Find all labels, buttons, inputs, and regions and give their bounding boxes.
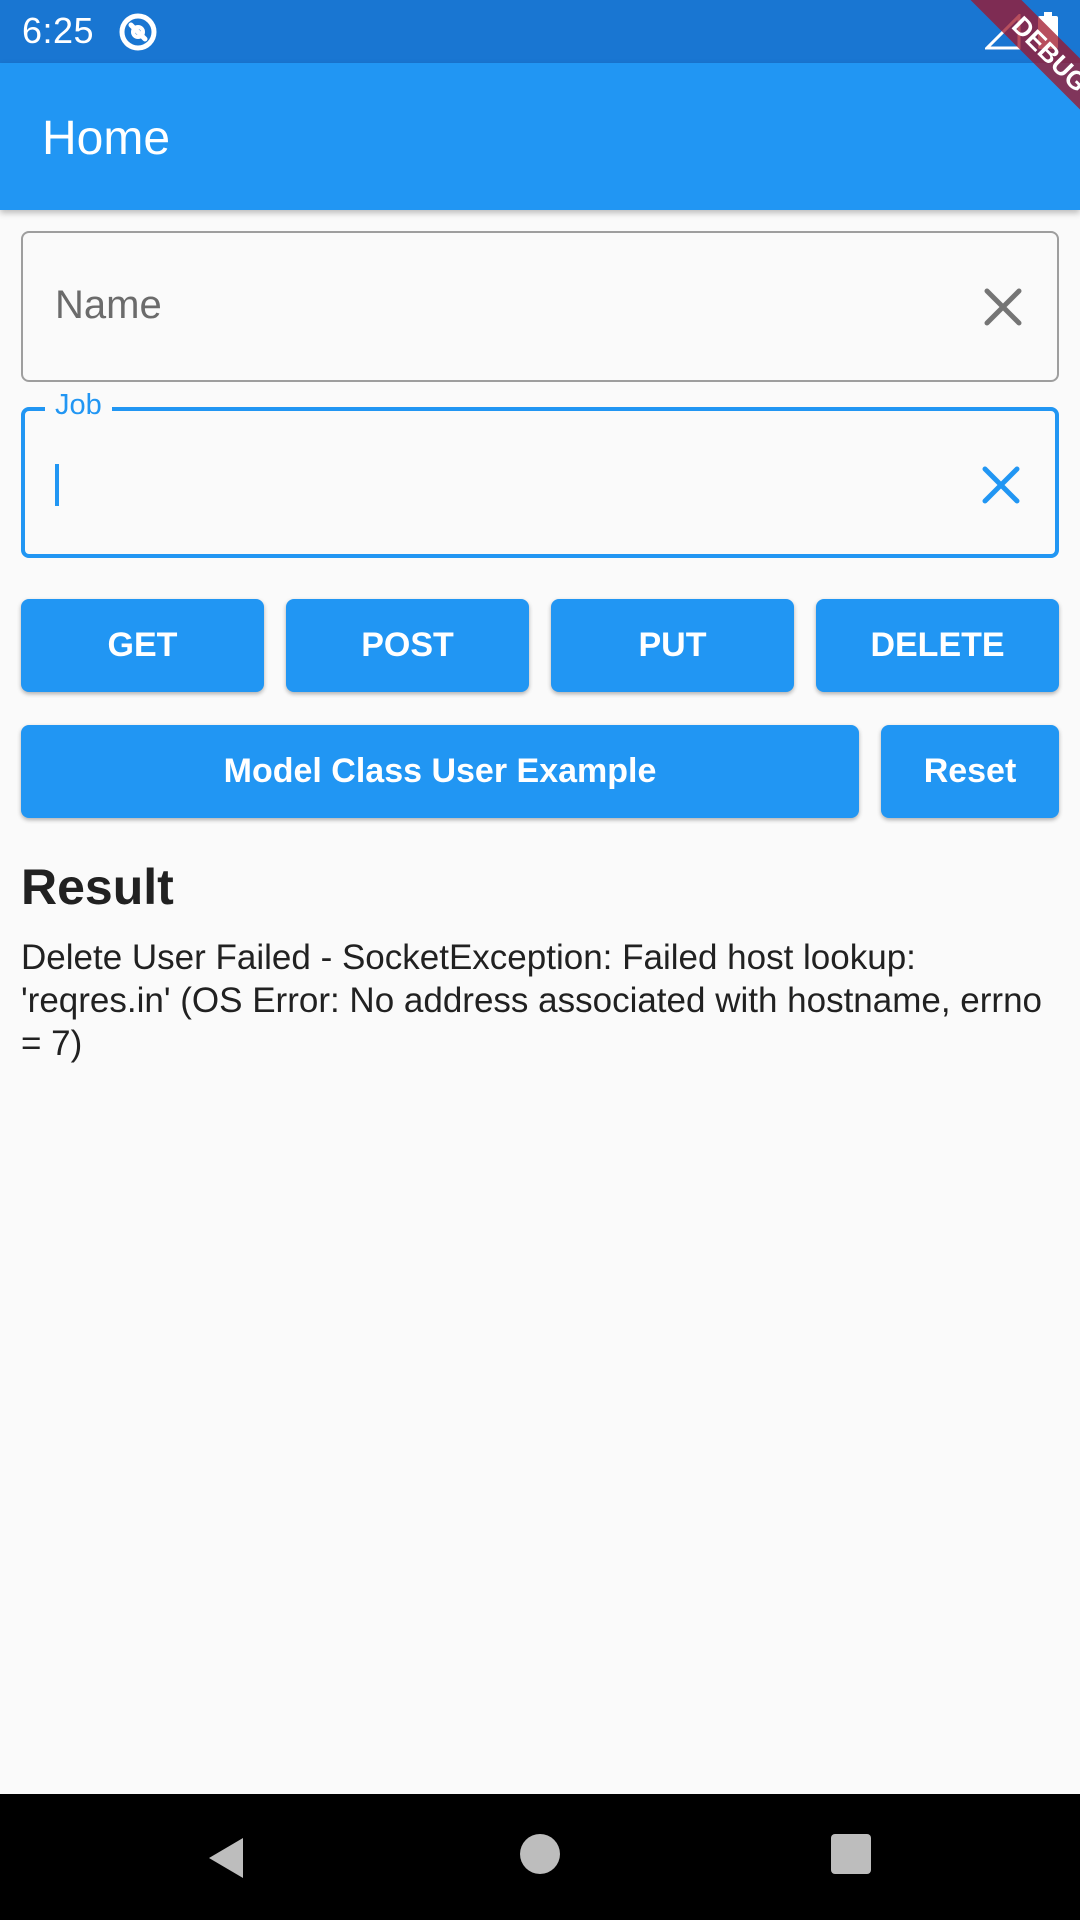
model-class-example-button[interactable]: Model Class User Example [21, 725, 859, 818]
get-button[interactable]: GET [21, 599, 264, 692]
recents-icon[interactable] [831, 1834, 871, 1874]
result-text: Delete User Failed - SocketException: Fa… [21, 938, 1043, 1063]
signal-icon [983, 12, 1021, 50]
page-title: Home [42, 112, 171, 165]
name-field-placeholder: Name [55, 283, 162, 327]
post-button[interactable]: POST [286, 599, 529, 692]
battery-icon [1037, 12, 1059, 50]
app-bar: Home [0, 63, 1080, 210]
delete-button[interactable]: DELETE [816, 599, 1059, 692]
screen: 6:25 Home DEBUG Name Job GET POST PUT DE… [0, 0, 1080, 1920]
navigation-bar [0, 1794, 1080, 1920]
back-icon[interactable] [203, 1834, 251, 1882]
name-clear-icon[interactable] [975, 279, 1031, 335]
name-field[interactable]: Name [21, 231, 1059, 382]
put-button[interactable]: PUT [551, 599, 794, 692]
job-field[interactable]: Job [21, 389, 1059, 558]
job-clear-icon[interactable] [973, 457, 1029, 513]
status-bar: 6:25 [0, 0, 1080, 63]
job-field-label: Job [45, 389, 112, 422]
result-heading: Result [21, 859, 174, 915]
home-icon[interactable] [520, 1834, 560, 1874]
status-time: 6:25 [22, 10, 95, 51]
app-notification-icon [118, 12, 158, 52]
text-cursor [55, 464, 59, 506]
reset-button[interactable]: Reset [881, 725, 1059, 818]
